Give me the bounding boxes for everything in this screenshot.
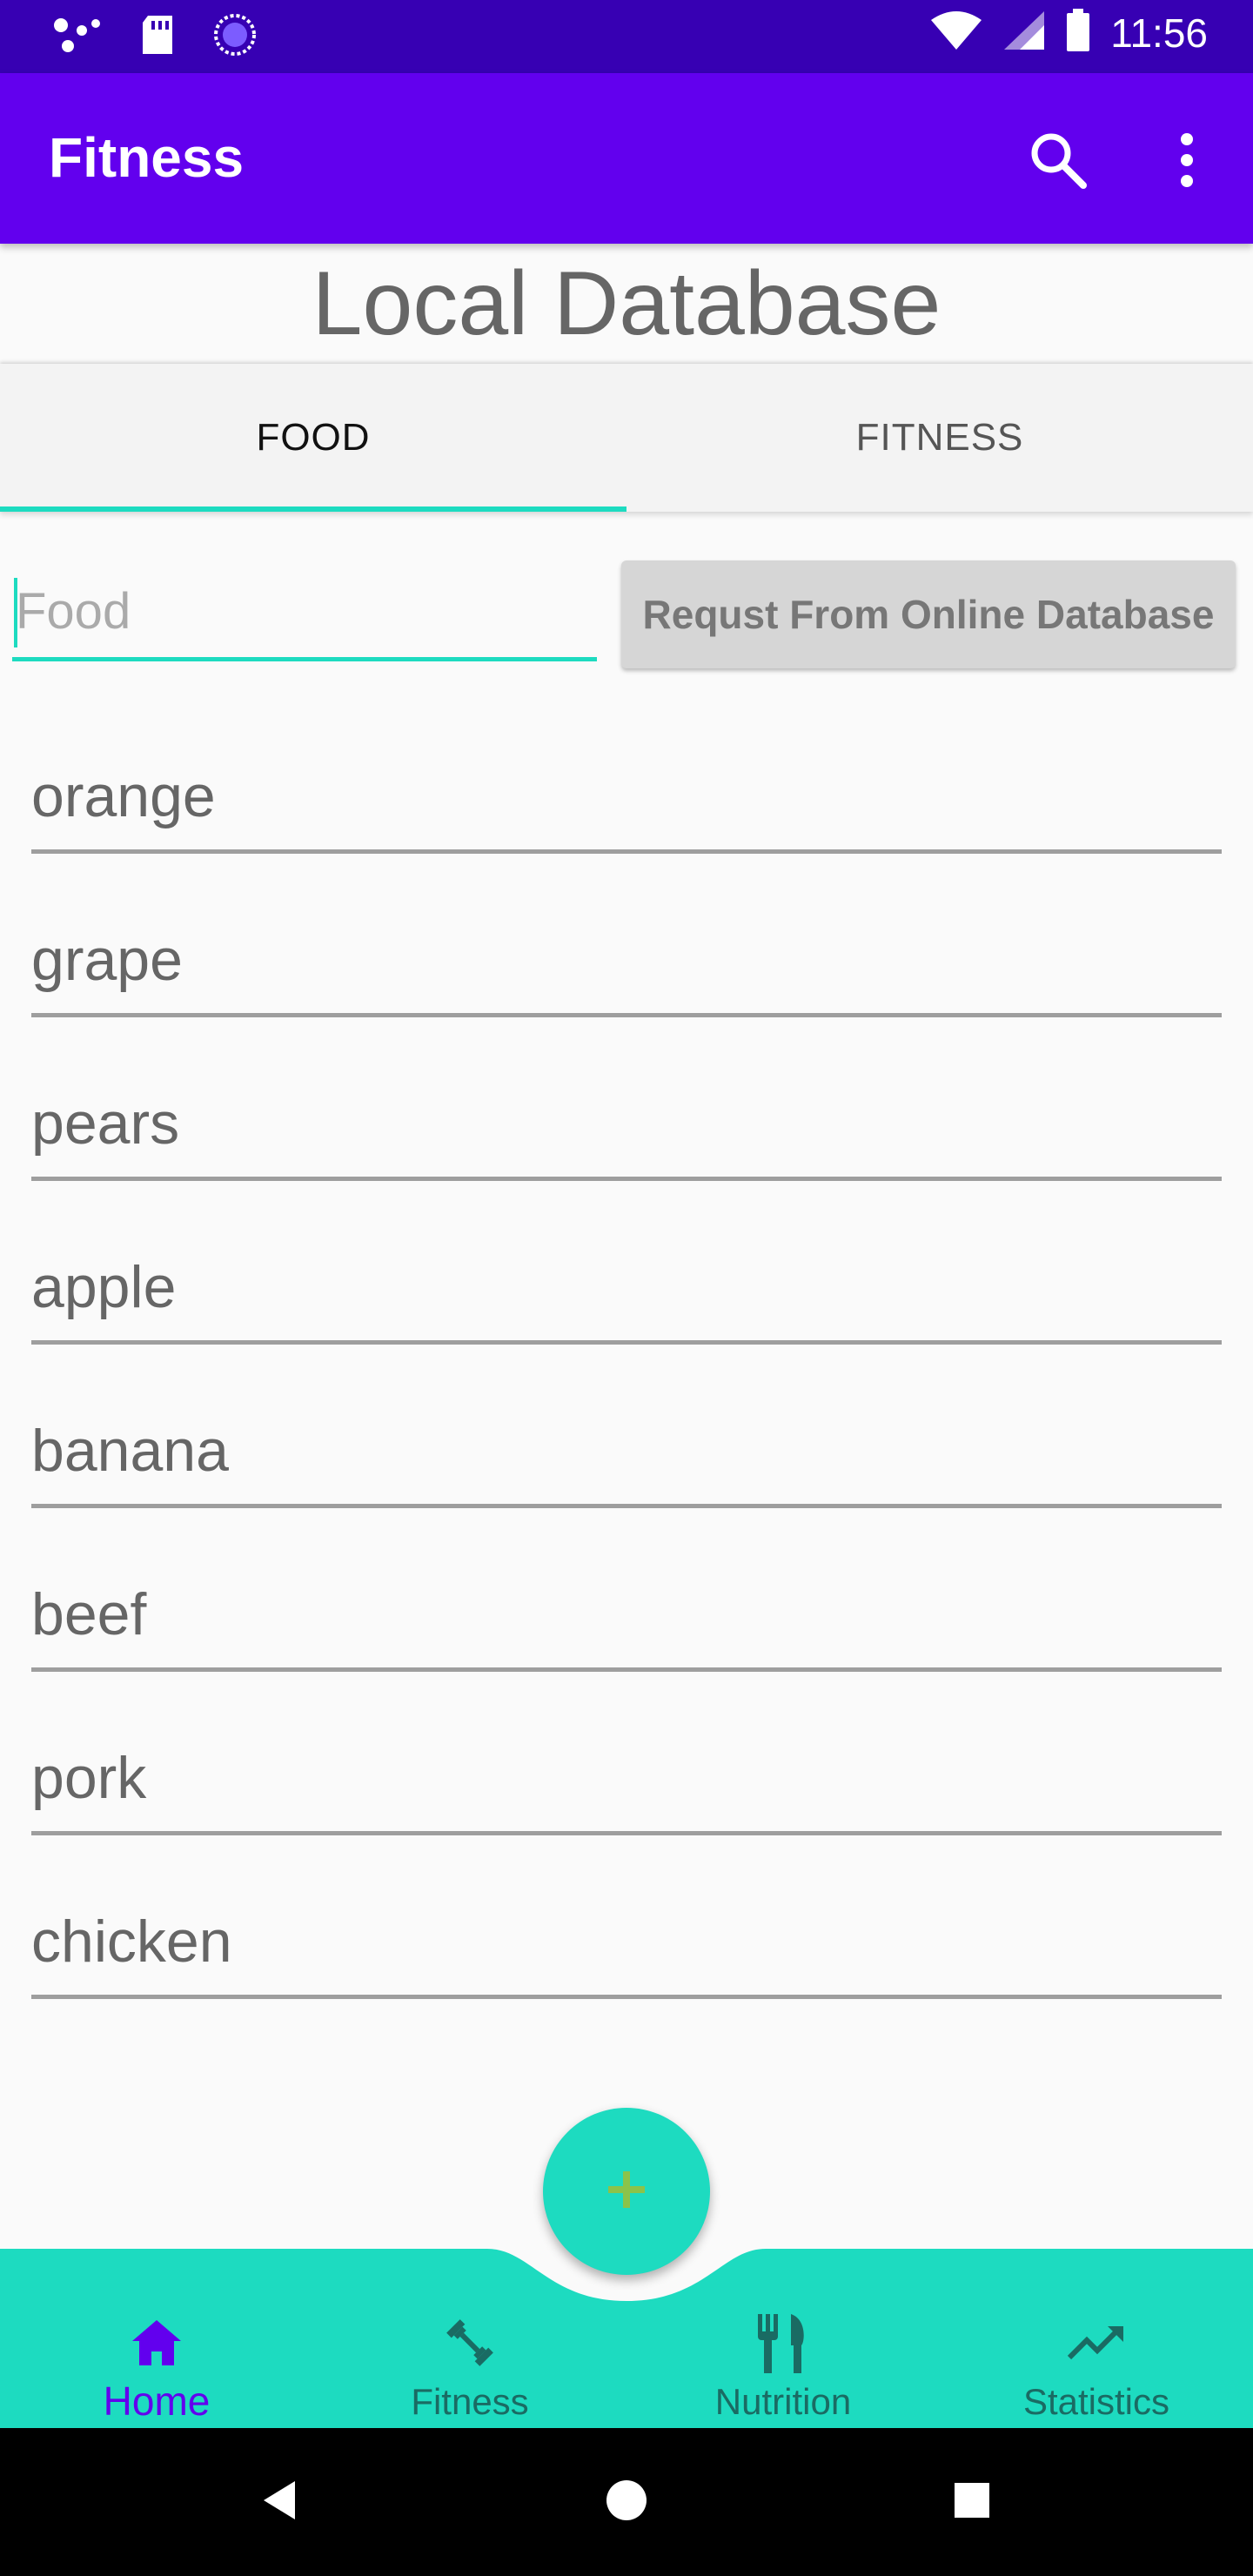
back-button[interactable] (240, 2463, 318, 2541)
divider (31, 1177, 1222, 1181)
status-time: 11:56 (1110, 10, 1208, 56)
list-item-label: chicken (31, 1909, 232, 1975)
tab-food[interactable]: FOOD (0, 364, 626, 512)
app-title: Fitness (49, 126, 245, 189)
home-system-button[interactable] (587, 2463, 666, 2541)
cell-signal-icon (1002, 10, 1046, 56)
list-item-label: grape (31, 927, 183, 993)
list-item-pork[interactable]: pork (31, 1732, 1222, 1895)
list-item-label: banana (31, 1418, 229, 1484)
nav-item-fitness[interactable]: Fitness (313, 2310, 626, 2428)
divider (31, 1013, 1222, 1017)
list-item-label: orange (31, 763, 216, 829)
nav-label-fitness: Fitness (411, 2381, 529, 2422)
divider (31, 1340, 1222, 1345)
home-circle-icon (605, 2479, 648, 2526)
page-title: Local Database (312, 253, 941, 354)
sync-icon (212, 12, 258, 62)
request-online-database-button[interactable]: Requst From Online Database (621, 560, 1236, 668)
divider (31, 1831, 1222, 1835)
sd-card-icon (139, 14, 176, 60)
list-item-label: apple (31, 1254, 177, 1320)
nav-label-nutrition: Nutrition (714, 2381, 852, 2422)
nav-label-statistics: Statistics (1022, 2381, 1170, 2422)
recents-button[interactable] (933, 2463, 1011, 2541)
list-item-label: pears (31, 1090, 180, 1157)
back-triangle-icon (260, 2479, 298, 2526)
food-list: orange grape pears apple banana beef por… (31, 750, 1222, 2059)
list-item-pears[interactable]: pears (31, 1077, 1222, 1241)
divider (31, 849, 1222, 854)
status-bar: 11:56 (0, 0, 1253, 73)
search-button[interactable] (1023, 127, 1093, 197)
more-vert-icon (1178, 132, 1196, 192)
tab-fitness[interactable]: FITNESS (626, 364, 1253, 512)
wifi-icon (929, 10, 983, 56)
battery-icon (1065, 9, 1091, 57)
nav-item-home[interactable]: Home (0, 2310, 313, 2428)
tab-bar: FOOD FITNESS (0, 364, 1253, 512)
tab-indicator (0, 506, 626, 512)
bottom-navigation: Home Fitness Nutrition Statistics (0, 2249, 1253, 2428)
trending-up-icon (1066, 2321, 1127, 2369)
text-cursor (14, 578, 17, 647)
list-item-orange[interactable]: orange (31, 750, 1222, 914)
plus-icon (605, 2168, 648, 2216)
list-item-beef[interactable]: beef (31, 1568, 1222, 1732)
recents-square-icon (953, 2481, 991, 2524)
add-fab-button[interactable] (543, 2108, 710, 2275)
system-navigation-bar (0, 2428, 1253, 2576)
divider (31, 1667, 1222, 1672)
list-item-label: pork (31, 1745, 147, 1811)
divider (31, 1995, 1222, 1999)
nav-item-statistics[interactable]: Statistics (940, 2310, 1253, 2428)
list-item-chicken[interactable]: chicken (31, 1895, 1222, 2059)
list-item-label: beef (31, 1581, 147, 1647)
app-bar: Fitness (0, 73, 1253, 244)
home-icon (129, 2317, 184, 2373)
list-item-apple[interactable]: apple (31, 1241, 1222, 1405)
nav-item-nutrition[interactable]: Nutrition (626, 2310, 940, 2428)
fork-knife-icon (753, 2311, 814, 2379)
list-item-grape[interactable]: grape (31, 914, 1222, 1077)
divider (31, 1504, 1222, 1508)
nav-label-home: Home (103, 2378, 211, 2424)
list-item-banana[interactable]: banana (31, 1405, 1222, 1568)
food-search-input[interactable] (12, 566, 597, 661)
overflow-menu-button[interactable] (1154, 127, 1220, 197)
notification-dots-icon (52, 15, 103, 59)
dumbbell-icon (439, 2312, 500, 2378)
search-icon (1028, 130, 1089, 195)
